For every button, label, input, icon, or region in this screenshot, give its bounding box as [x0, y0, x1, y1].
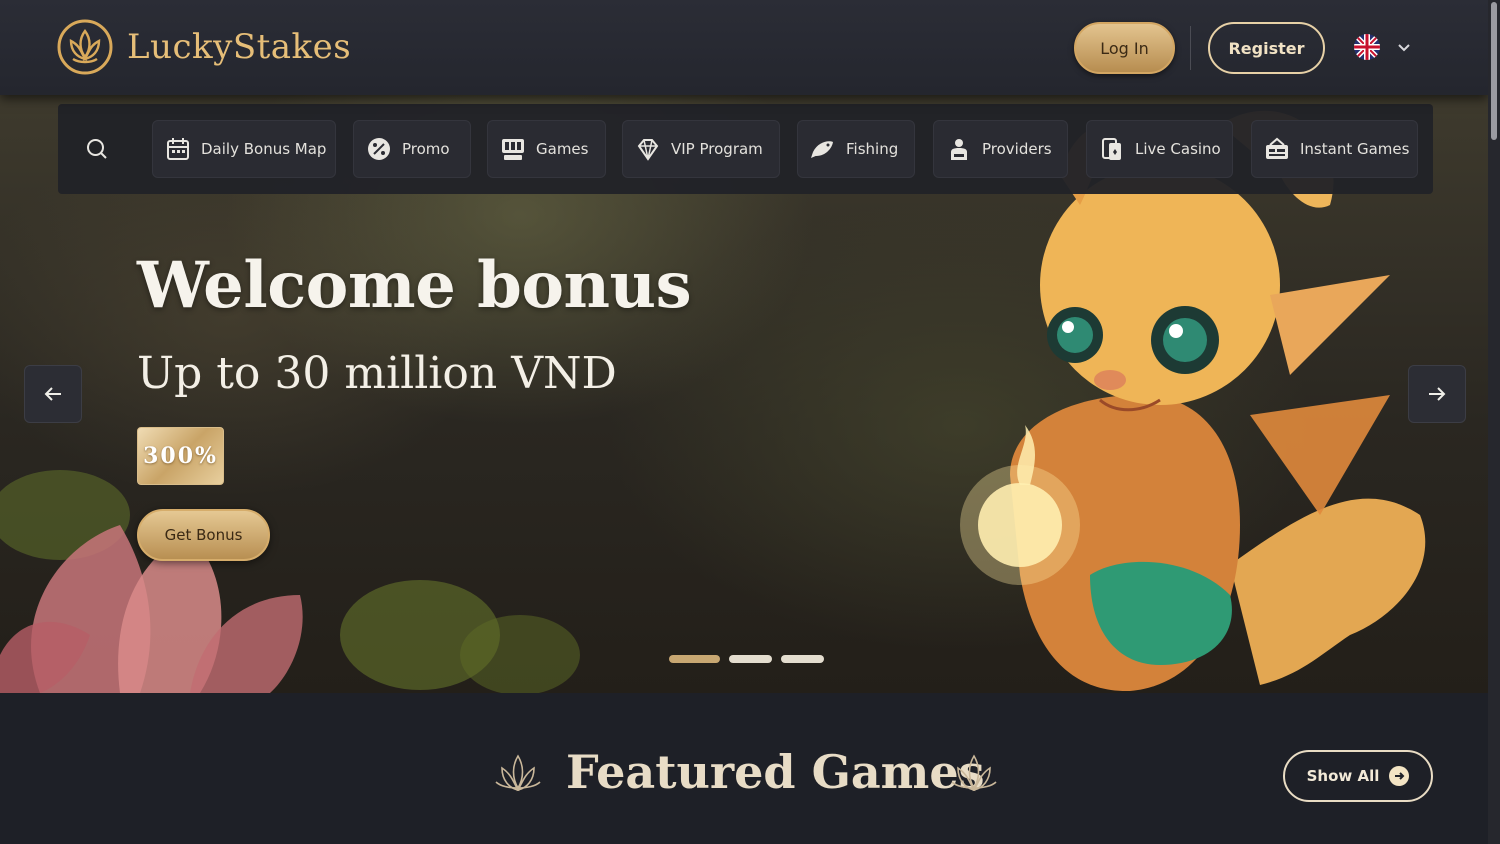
get-bonus-button[interactable]: Get Bonus: [137, 509, 270, 561]
language-selector[interactable]: [1354, 34, 1412, 60]
uk-flag-icon: [1354, 34, 1380, 60]
hero-subtitle: Up to 30 million VND: [137, 348, 617, 399]
brand-logo[interactable]: LuckyStakes: [57, 19, 351, 75]
search-icon[interactable]: [86, 138, 108, 160]
nav-item-instant-games[interactable]: Instant Games: [1251, 120, 1418, 178]
nav-item-label: VIP Program: [671, 140, 763, 158]
calendar-icon: [167, 138, 189, 160]
carousel-dot-active[interactable]: [669, 655, 720, 663]
nav-item-daily-bonus-map[interactable]: Daily Bonus Map: [152, 120, 336, 178]
diamond-icon: [637, 139, 659, 161]
nav-item-label: Promo: [402, 140, 450, 158]
nav-item-providers[interactable]: Providers: [933, 120, 1068, 178]
chevron-down-icon: [1398, 44, 1410, 52]
brand-name: LuckyStakes: [127, 27, 352, 67]
dealer-icon: [951, 139, 967, 160]
nav-item-label: Games: [536, 140, 589, 158]
carousel-next-button[interactable]: [1408, 365, 1466, 423]
nav-item-games[interactable]: Games: [487, 120, 606, 178]
site-header: LuckyStakes Log In Register: [0, 0, 1488, 95]
show-all-label: Show All: [1306, 767, 1380, 785]
nav-item-label: Daily Bonus Map: [201, 140, 327, 158]
carousel-prev-button[interactable]: [24, 365, 82, 423]
nav-item-label: Instant Games: [1300, 140, 1410, 158]
scrollbar-thumb[interactable]: [1491, 2, 1497, 140]
nav-item-vip-program[interactable]: VIP Program: [622, 120, 780, 178]
arrow-left-icon: [44, 387, 61, 401]
header-divider: [1190, 26, 1191, 70]
carousel-dot[interactable]: [781, 655, 824, 663]
show-all-button[interactable]: Show All: [1283, 750, 1433, 802]
carousel-indicators: [669, 655, 824, 663]
arrow-circle-right-icon: [1389, 766, 1410, 786]
register-button[interactable]: Register: [1208, 22, 1325, 74]
nav-item-live-casino[interactable]: Live Casino: [1086, 120, 1233, 178]
nav-item-label: Providers: [982, 140, 1052, 158]
arrow-right-icon: [1429, 387, 1446, 401]
lotus-ornament-icon: [495, 754, 541, 792]
fish-icon: [811, 141, 833, 158]
carousel-dot[interactable]: [729, 655, 772, 663]
category-nav: Daily Bonus Map Promo Games VIP Program: [58, 104, 1433, 194]
cards-icon: [1102, 138, 1121, 160]
ticket-icon: [1266, 137, 1288, 159]
nav-item-label: Live Casino: [1135, 140, 1221, 158]
bonus-percent-badge: 300%: [137, 427, 224, 485]
hero-title: Welcome bonus: [137, 248, 692, 323]
slot-machine-icon: [502, 139, 524, 160]
lotus-logo-icon: [57, 19, 113, 75]
login-button[interactable]: Log In: [1074, 22, 1175, 74]
page-scrollbar[interactable]: [1488, 0, 1500, 844]
nav-item-promo[interactable]: Promo: [353, 120, 471, 178]
lotus-ornament-icon: [951, 754, 997, 792]
nav-item-label: Fishing: [846, 140, 899, 158]
percent-icon: [368, 138, 390, 160]
nav-item-fishing[interactable]: Fishing: [797, 120, 915, 178]
featured-games-title: Featured Games: [566, 745, 985, 799]
